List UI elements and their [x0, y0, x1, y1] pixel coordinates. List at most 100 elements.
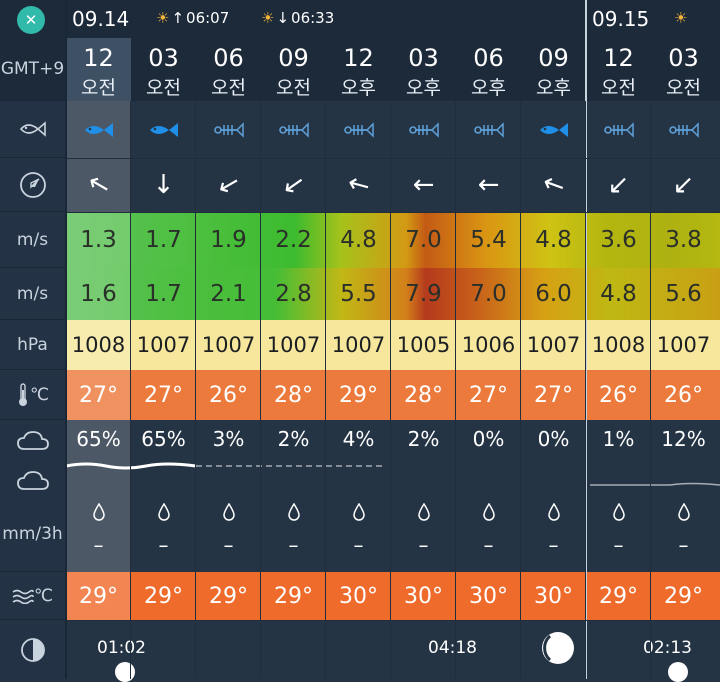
- cloud-cover-cell: 1%: [586, 420, 651, 458]
- fishing-cell: [586, 101, 651, 158]
- cloud-cover-value: 3%: [212, 427, 245, 451]
- sunset-arrow-icon: ↓: [276, 9, 290, 27]
- column-divider: [455, 101, 456, 679]
- gust-speed-value: 7.9: [405, 281, 442, 307]
- precip-value: –: [613, 533, 624, 557]
- pressure-value: 1007: [201, 333, 256, 357]
- air-temp-cell: 27°: [66, 370, 131, 420]
- cloud-cover-cell: 0%: [521, 420, 586, 458]
- wind-direction-label-row: [0, 158, 65, 212]
- air-temp-value: 26°: [664, 382, 703, 408]
- pressure-cell: 1007: [651, 320, 716, 370]
- gust-speed-cell: 7.0: [456, 268, 521, 320]
- wind-speed-cell: 1.7: [131, 212, 196, 268]
- precip-value: –: [93, 533, 104, 557]
- am-pm-label: 오전: [276, 77, 311, 99]
- date-bar: 09.14 ☀ ↑ 06:07 ☀ ↓ 06:33 09.15 ☀: [66, 0, 720, 38]
- left-label-column: ✕ GMT+9 m/s m/s hPa ℃ mm/3h ℃: [0, 0, 66, 679]
- precip-value: –: [483, 533, 494, 557]
- pressure-cell: 1007: [326, 320, 391, 370]
- air-temp-value: 26°: [599, 382, 638, 408]
- compass-icon: [19, 171, 46, 198]
- wind-direction-value: ←: [477, 170, 500, 200]
- hour-column-header[interactable]: 06 오전: [196, 38, 261, 101]
- hour-column-header[interactable]: 12 오후: [326, 38, 391, 101]
- precip-label-row: mm/3h: [0, 462, 65, 572]
- wind-speed-cell: 4.8: [326, 212, 391, 268]
- hour-column-header[interactable]: 06 오후: [456, 38, 521, 101]
- sunrise-item: ☀: [674, 9, 687, 27]
- sea-temp-value: 29°: [274, 583, 313, 609]
- hour-column-header[interactable]: 12 오전: [66, 38, 131, 101]
- fish-bone-icon: [668, 121, 699, 138]
- hour-column-header[interactable]: 03 오전: [131, 38, 196, 101]
- wind-speed-cell: 1.9: [196, 212, 261, 268]
- sunrise-icon: ☀: [674, 9, 688, 27]
- precip-cell: –: [66, 495, 131, 565]
- cloud-icon: [16, 431, 49, 450]
- cloud-cover-cell: 65%: [131, 420, 196, 458]
- gust-speed-value: 5.5: [340, 281, 377, 307]
- air-temp-value: 27°: [79, 382, 118, 408]
- close-area: ✕: [0, 0, 65, 38]
- wind-speed-value: 3.6: [600, 227, 637, 253]
- precip-cell: –: [391, 495, 456, 565]
- hour-column-header[interactable]: 09 오전: [261, 38, 326, 101]
- wind-direction-cell: ↙: [586, 158, 651, 212]
- wind-direction-row: ← ↓ ↙ ↙ ← ← ← ← ↙ ↙: [66, 158, 720, 212]
- row-divider: [66, 158, 720, 159]
- gust-speed-value: 4.8: [600, 281, 637, 307]
- hour-number: 09: [538, 44, 569, 72]
- wind-speed-cell: 3.8: [651, 212, 716, 268]
- sunrise-icon: ☀: [156, 9, 170, 27]
- hour-number: 03: [408, 44, 439, 72]
- cloud-cover-value: 2%: [277, 427, 310, 451]
- pressure-value: 1008: [591, 333, 646, 357]
- wind-direction-cell: ←: [66, 158, 131, 212]
- sunrise-arrow-icon: ↑: [171, 9, 185, 27]
- wind-direction-value: ←: [412, 170, 435, 200]
- precip-cell: –: [651, 495, 716, 565]
- sea-temp-value: 29°: [209, 583, 248, 609]
- precip-cell: –: [131, 495, 196, 565]
- fishing-cell: [66, 101, 131, 158]
- air-temp-cell: 26°: [651, 370, 716, 420]
- column-divider: [585, 101, 586, 679]
- cloud-cover-value: 12%: [661, 427, 706, 451]
- hour-number: 12: [83, 44, 114, 72]
- air-temp-value: 29°: [339, 382, 378, 408]
- air-temp-cell: 28°: [391, 370, 456, 420]
- wind-direction-value: ↙: [672, 170, 695, 200]
- am-pm-label: 오전: [211, 77, 246, 99]
- gust-speed-value: 1.6: [80, 281, 117, 307]
- close-button[interactable]: ✕: [17, 6, 45, 34]
- wind-direction-value: ←: [538, 167, 569, 203]
- hour-column-header[interactable]: 03 오전: [651, 38, 716, 101]
- wind-direction-cell: ←: [326, 158, 391, 212]
- fish-bone-icon: [213, 121, 244, 138]
- fish-icon: [84, 122, 113, 137]
- sea-temp-cell: 29°: [131, 572, 196, 620]
- gust-speed-value: 2.1: [210, 281, 247, 307]
- air-temp-unit-label: ℃: [29, 384, 50, 405]
- fishing-cell: [261, 101, 326, 158]
- raindrop-icon: [222, 503, 235, 521]
- hour-column-header[interactable]: 12 오전: [586, 38, 651, 101]
- date-label: 09.14: [72, 7, 130, 31]
- precip-value: –: [158, 533, 169, 557]
- am-pm-label: 오후: [471, 77, 506, 99]
- hour-column-header[interactable]: 03 오후: [391, 38, 456, 101]
- fish-icon: [149, 122, 178, 137]
- precip-cell: –: [261, 495, 326, 565]
- am-pm-label: 오전: [81, 77, 116, 99]
- wind-speed-cell: 4.8: [521, 212, 586, 268]
- sunrise-item: ☀ ↑ 06:07: [156, 9, 229, 27]
- hour-column-header[interactable]: 09 오후: [521, 38, 586, 101]
- wind-speed-value: 5.4: [470, 227, 507, 253]
- sea-temp-cell: 29°: [66, 572, 131, 620]
- hour-number: 12: [343, 44, 374, 72]
- wind-speed-value: 4.8: [340, 227, 377, 253]
- wind-speed-cell: 5.4: [456, 212, 521, 268]
- air-temp-row: 27° 27° 26° 28° 29° 28° 27° 27° 26° 26°: [66, 370, 720, 420]
- gust-speed-value: 2.8: [275, 281, 312, 307]
